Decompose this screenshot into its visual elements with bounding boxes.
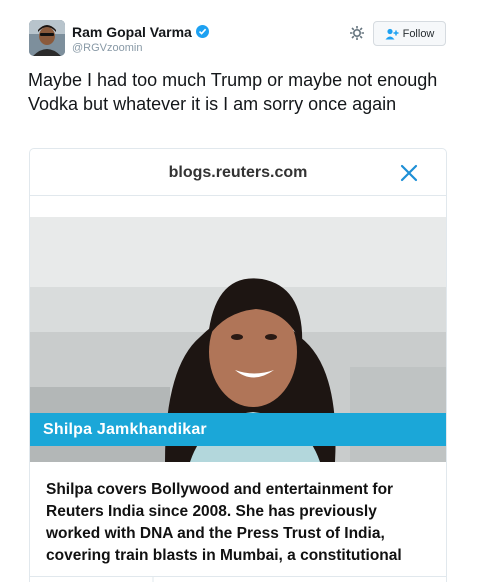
follow-button[interactable]: Follow [373,21,446,46]
tweet-header: Ram Gopal Varma @RGVzoomin Follow [0,0,479,64]
display-name[interactable]: Ram Gopal Varma [72,24,209,40]
card-footer-divider [29,576,447,582]
bio-line: covering train blasts in Mumbai, a const… [46,547,402,564]
tweet-text: Maybe I had too much Trump or maybe not … [28,70,438,114]
follow-label: Follow [402,27,435,40]
bio-line: worked with DNA and the Press Trust of I… [46,525,385,542]
person-name: Shilpa Jamkhandikar [43,421,207,438]
avatar[interactable] [29,20,65,56]
gear-icon[interactable] [349,25,365,41]
user-handle[interactable]: @RGVzoomin [72,42,142,54]
close-x-icon[interactable] [400,164,418,182]
display-name-text: Ram Gopal Varma [72,24,192,40]
verified-badge-icon [195,25,209,38]
card-description: Shilpa covers Bollywood and entertainmen… [46,479,441,567]
bio-line: Shilpa covers Bollywood and entertainmen… [46,481,394,498]
link-card[interactable]: blogs.reuters.com Shilpa Jamkhandikar Sh… [29,148,447,582]
bio-line: Reuters India since 2008. She has previo… [46,503,377,520]
card-header: blogs.reuters.com [30,149,446,196]
name-banner: Shilpa Jamkhandikar [30,413,446,446]
add-user-icon [385,28,399,39]
avatar-image [29,20,65,56]
card-domain[interactable]: blogs.reuters.com [30,164,446,182]
